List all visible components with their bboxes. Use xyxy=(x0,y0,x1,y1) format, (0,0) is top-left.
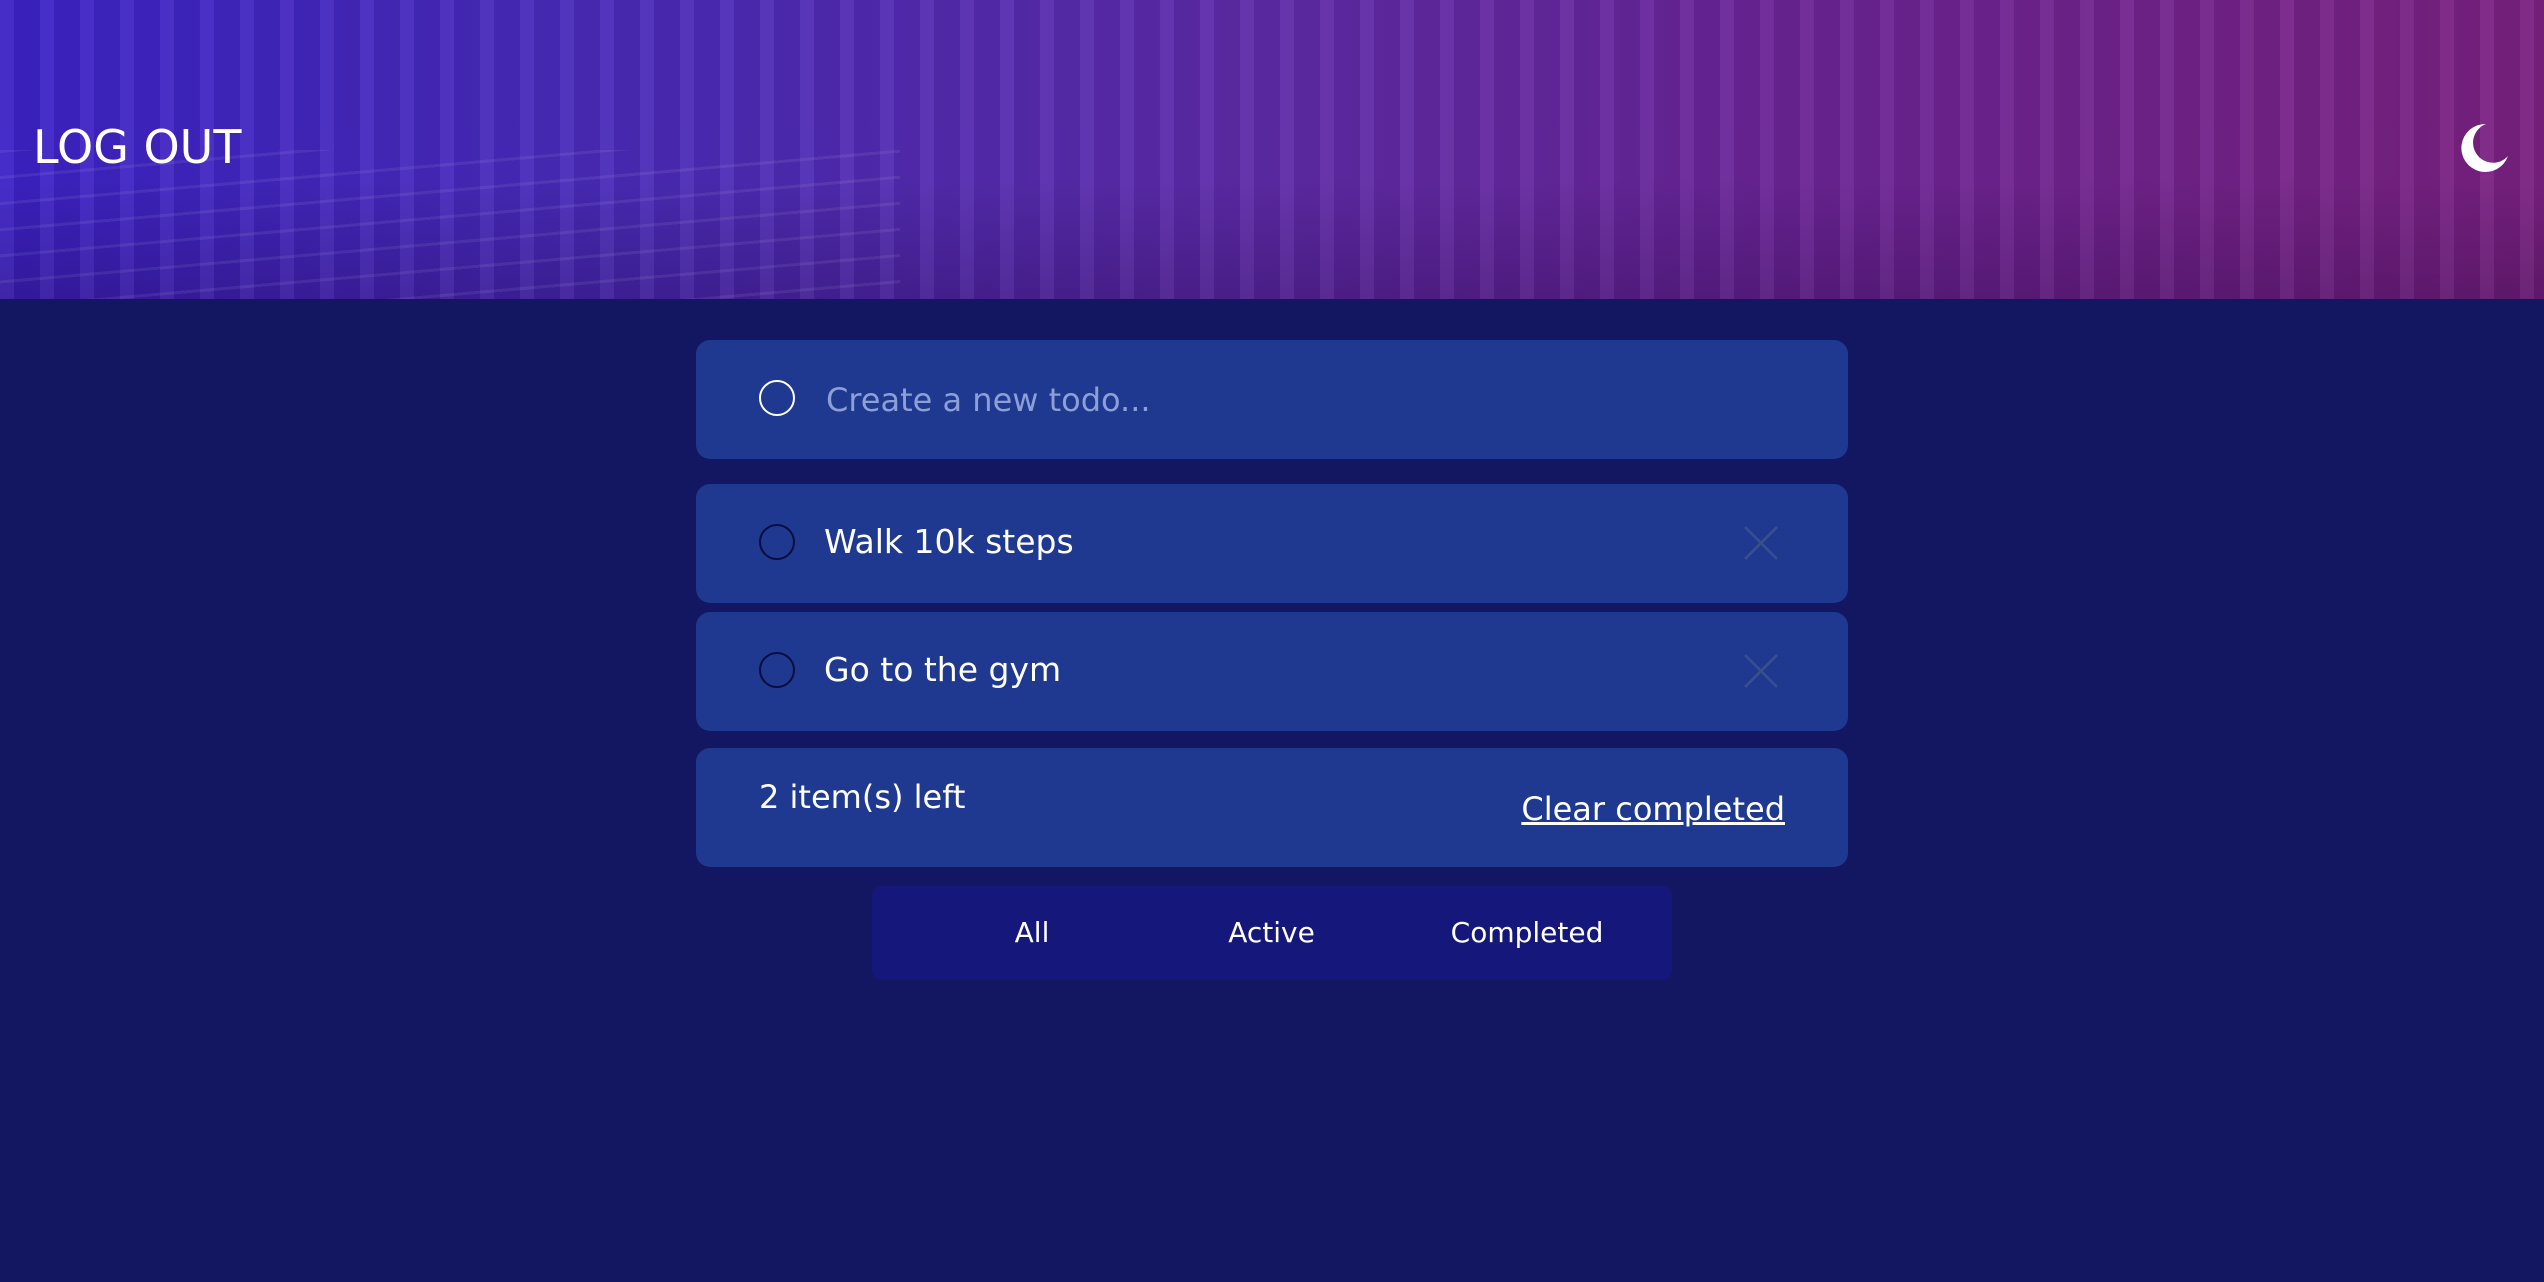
todo-checkbox[interactable] xyxy=(759,524,795,560)
filter-bar: All Active Completed xyxy=(872,886,1672,980)
filter-active[interactable]: Active xyxy=(1179,886,1364,980)
filter-all[interactable]: All xyxy=(967,886,1097,980)
close-icon[interactable] xyxy=(1741,523,1781,563)
todo-checkbox[interactable] xyxy=(759,652,795,688)
logout-button[interactable]: LOG OUT xyxy=(33,120,241,174)
todo-text: Walk 10k steps xyxy=(824,522,1074,561)
todo-item: Walk 10k steps xyxy=(696,484,1848,603)
new-todo-checkbox[interactable] xyxy=(759,380,795,416)
filter-completed[interactable]: Completed xyxy=(1402,886,1652,980)
todo-item: Go to the gym xyxy=(696,612,1848,731)
close-icon[interactable] xyxy=(1741,651,1781,691)
new-todo-bar xyxy=(696,340,1848,459)
todo-text: Go to the gym xyxy=(824,650,1062,689)
moon-icon[interactable] xyxy=(2456,120,2512,176)
new-todo-input[interactable] xyxy=(824,368,1808,432)
header-banner: LOG OUT xyxy=(0,0,2544,299)
todo-footer: 2 item(s) left Clear completed xyxy=(696,748,1848,867)
clear-completed-button[interactable]: Clear completed xyxy=(1521,790,1785,828)
items-left-count: 2 item(s) left xyxy=(759,778,966,816)
